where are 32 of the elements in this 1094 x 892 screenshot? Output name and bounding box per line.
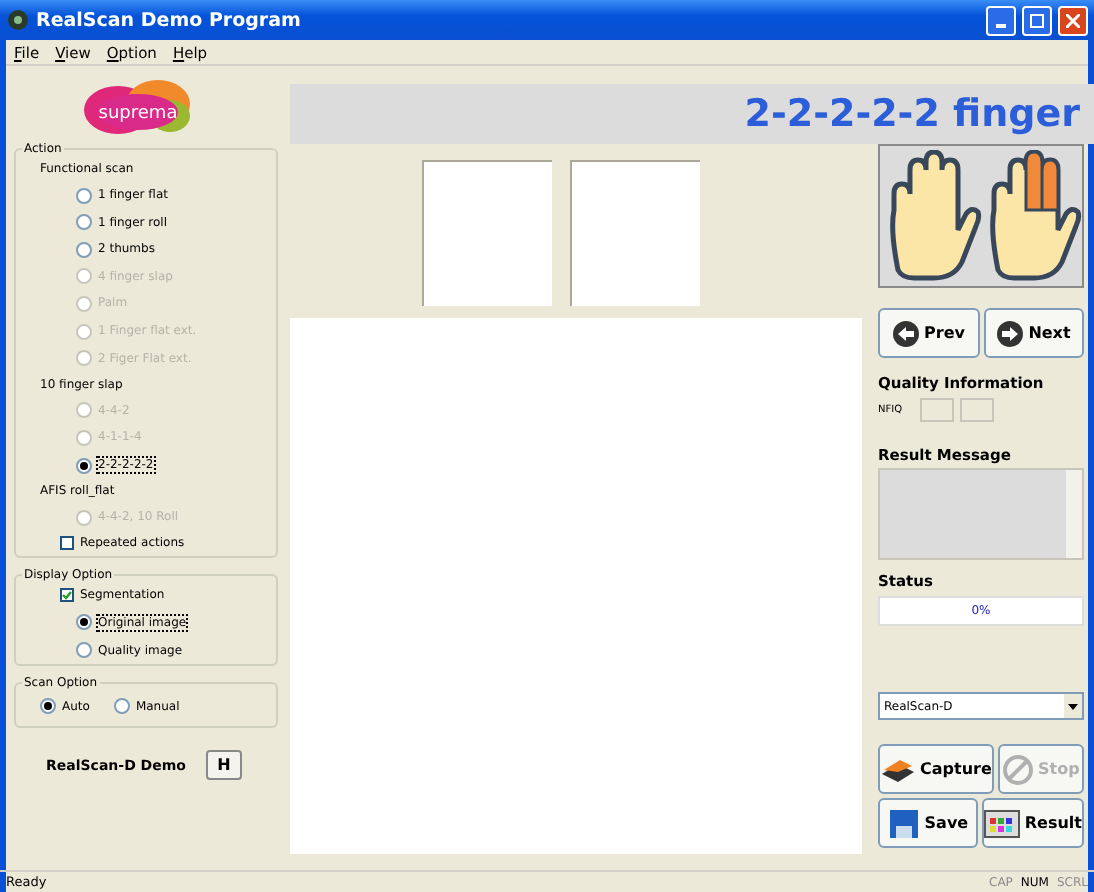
close-button[interactable] xyxy=(1058,5,1088,35)
nfiq-field xyxy=(960,398,995,422)
caret-icon xyxy=(1068,703,1078,709)
result-window-icon xyxy=(984,809,1021,837)
next-button[interactable]: Next xyxy=(983,308,1084,358)
close-icon xyxy=(1066,13,1080,27)
radio-button[interactable] xyxy=(76,642,92,659)
checkbox[interactable] xyxy=(60,588,74,603)
radio-button[interactable] xyxy=(76,187,92,204)
radio-button[interactable] xyxy=(76,614,92,631)
checkbox[interactable] xyxy=(60,536,74,551)
radio-button[interactable] xyxy=(76,457,92,474)
stop-icon xyxy=(1002,753,1035,785)
mode-title: 2-2-2-2-2 finger xyxy=(744,92,1080,136)
window-title: RealScan Demo Program xyxy=(36,9,303,31)
capture-button[interactable]: Capture xyxy=(878,744,994,794)
logo: suprema xyxy=(82,76,194,136)
nfiq-field xyxy=(920,398,955,422)
scanner-icon xyxy=(880,755,916,783)
scrollbar[interactable] xyxy=(1066,470,1082,558)
prev-button[interactable]: Prev xyxy=(878,308,979,358)
h-button[interactable]: H xyxy=(205,750,242,781)
radio-button[interactable] xyxy=(40,698,56,715)
save-button[interactable]: Save xyxy=(878,798,979,848)
radio-button[interactable] xyxy=(76,214,92,231)
app-icon xyxy=(6,8,30,32)
radio-button[interactable] xyxy=(113,698,130,715)
minimize-button[interactable] xyxy=(986,5,1016,35)
radio-button[interactable] xyxy=(76,241,92,258)
maximize-button[interactable] xyxy=(1022,5,1052,35)
result-button[interactable]: Result xyxy=(982,798,1084,848)
maximize-icon xyxy=(1030,13,1044,27)
